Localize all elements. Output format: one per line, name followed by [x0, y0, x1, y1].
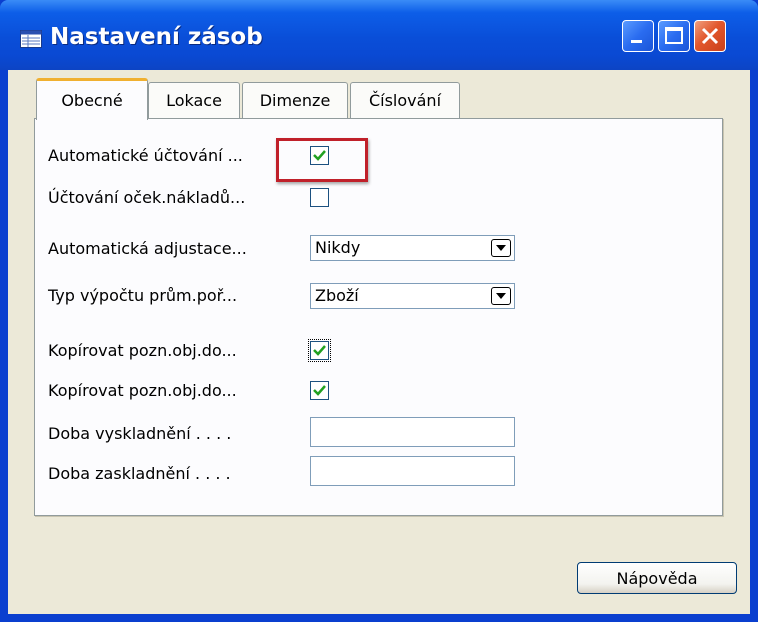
checkmark-icon: [313, 345, 326, 356]
inbound-whse-time-input[interactable]: [310, 456, 515, 486]
tab-locations[interactable]: Lokace: [148, 82, 240, 118]
window-title: Nastavení zásob: [50, 24, 263, 50]
auto-adjust-label: Automatická adjustace...: [48, 239, 247, 258]
avg-cost-calc-type-label: Typ výpočtu prům.poř...: [48, 286, 238, 305]
copy-comments-1-checkbox[interactable]: [308, 339, 331, 362]
auto-adjust-value: Nikdy: [315, 238, 361, 257]
minimize-button[interactable]: [622, 20, 654, 52]
expected-cost-posting-checkbox[interactable]: [310, 188, 329, 207]
tab-dimensions[interactable]: Dimenze: [242, 82, 348, 118]
tab-label: Dimenze: [259, 91, 331, 110]
expected-cost-posting-label: Účtování oček.nákladů...: [48, 188, 246, 207]
inbound-whse-time-label: Doba zaskladnění . . . .: [48, 464, 231, 483]
chevron-down-icon: [496, 245, 506, 251]
avg-cost-calc-type-select[interactable]: Zboží: [310, 283, 515, 309]
close-button[interactable]: [694, 20, 726, 52]
annotation-highlight-box: [276, 138, 368, 182]
help-button[interactable]: Nápověda: [577, 562, 737, 594]
outbound-whse-time-label: Doba vyskladnění . . . .: [48, 424, 232, 443]
auto-posting-label: Automatické účtování ...: [48, 146, 243, 165]
copy-comments-2-checkbox[interactable]: [310, 381, 329, 400]
maximize-button[interactable]: [658, 20, 690, 52]
tab-general[interactable]: Obecné: [36, 78, 148, 120]
dropdown-button[interactable]: [491, 287, 511, 305]
outbound-whse-time-input[interactable]: [310, 417, 515, 447]
tab-label: Číslování: [368, 91, 442, 110]
dialog-window: Nastavení zásob Obecné Lokace Dimenze Čí…: [0, 0, 758, 622]
close-icon: [701, 27, 719, 45]
checkmark-icon: [313, 385, 326, 396]
minimize-icon: [631, 40, 642, 43]
dropdown-button[interactable]: [491, 239, 511, 257]
tab-label: Obecné: [61, 91, 123, 110]
tab-numbering[interactable]: Číslování: [350, 82, 460, 118]
title-bar[interactable]: Nastavení zásob: [0, 0, 758, 70]
copy-comments-1-label: Kopírovat pozn.obj.do...: [48, 341, 237, 360]
avg-cost-calc-type-value: Zboží: [315, 286, 359, 305]
tab-label: Lokace: [166, 91, 222, 110]
auto-adjust-select[interactable]: Nikdy: [310, 235, 515, 261]
copy-comments-2-label: Kopírovat pozn.obj.do...: [48, 381, 237, 400]
maximize-icon: [665, 27, 683, 44]
form-icon: [20, 30, 42, 48]
chevron-down-icon: [496, 293, 506, 299]
